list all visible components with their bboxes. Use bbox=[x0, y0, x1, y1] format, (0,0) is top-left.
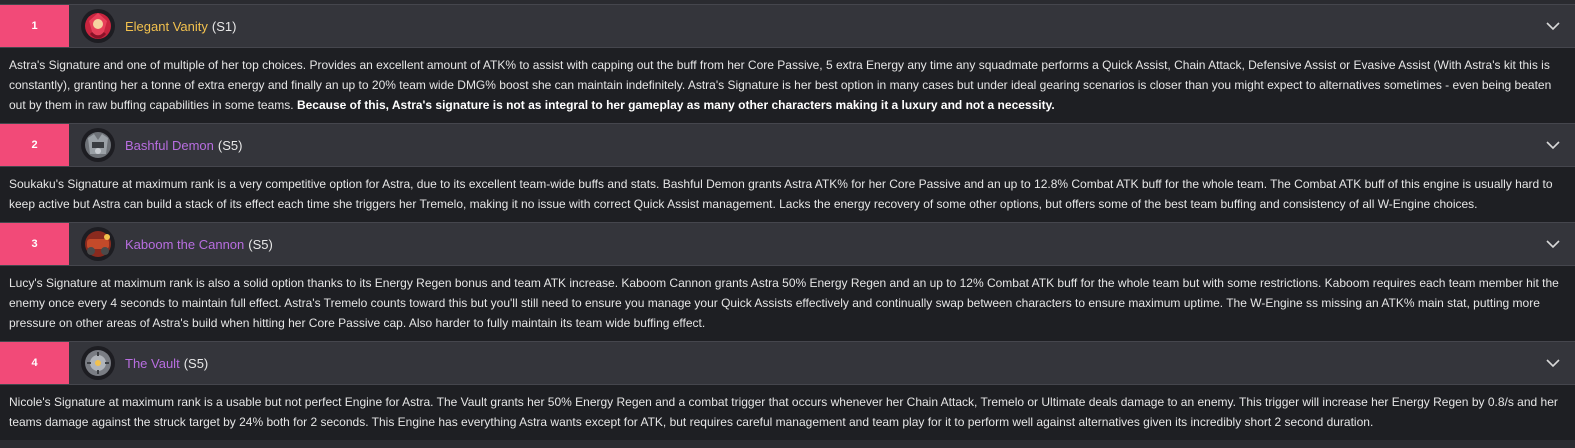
list-item: 1 Elegant Vanity (S1) Astra's Signature … bbox=[0, 4, 1575, 123]
engine-name: Kaboom the Cannon bbox=[125, 236, 245, 252]
engine-description: Nicole's Signature at maximum rank is a … bbox=[0, 385, 1575, 440]
rank-badge: 3 bbox=[0, 223, 69, 265]
accordion-header[interactable]: 3 Kaboom the Cannon (S5) bbox=[0, 222, 1575, 266]
bashful-demon-engine-icon bbox=[79, 126, 117, 164]
engine-refinement: (S5) bbox=[217, 137, 243, 153]
list-item: 3 Kaboom the Cannon (S5) Lucy's Signatur… bbox=[0, 222, 1575, 341]
rank-badge: 4 bbox=[0, 342, 69, 384]
list-item: 4 The Vault (S5) Nicole's Signature at m… bbox=[0, 341, 1575, 440]
engine-refinement: (S1) bbox=[211, 18, 237, 34]
description-bold-text: Because of this, Astra's signature is no… bbox=[296, 98, 1055, 112]
chevron-down-icon[interactable] bbox=[1545, 137, 1561, 153]
elegant-vanity-engine-icon bbox=[79, 7, 117, 45]
chevron-down-icon[interactable] bbox=[1545, 355, 1561, 371]
engine-refinement: (S5) bbox=[183, 355, 209, 371]
chevron-down-icon[interactable] bbox=[1545, 236, 1561, 252]
kaboom-cannon-engine-icon bbox=[79, 225, 117, 263]
description-text: Lucy's Signature at maximum rank is also… bbox=[9, 276, 1559, 330]
engine-description: Soukaku's Signature at maximum rank is a… bbox=[0, 167, 1575, 222]
accordion-header[interactable]: 4 The Vault (S5) bbox=[0, 341, 1575, 385]
description-text: Soukaku's Signature at maximum rank is a… bbox=[9, 177, 1553, 211]
accordion-header[interactable]: 2 Bashful Demon (S5) bbox=[0, 123, 1575, 167]
engine-refinement: (S5) bbox=[248, 236, 273, 252]
w-engine-list: 1 Elegant Vanity (S1) Astra's Signature … bbox=[0, 0, 1575, 440]
engine-name: The Vault bbox=[125, 355, 180, 371]
engine-name: Elegant Vanity bbox=[125, 18, 208, 34]
list-item: 2 Bashful Demon (S5) Soukaku's Signature… bbox=[0, 123, 1575, 222]
engine-description: Lucy's Signature at maximum rank is also… bbox=[0, 266, 1575, 341]
engine-description: Astra's Signature and one of multiple of… bbox=[0, 48, 1575, 123]
chevron-down-icon[interactable] bbox=[1545, 18, 1561, 34]
accordion-header[interactable]: 1 Elegant Vanity (S1) bbox=[0, 4, 1575, 48]
rank-badge: 1 bbox=[0, 5, 69, 47]
the-vault-engine-icon bbox=[79, 344, 117, 382]
engine-name: Bashful Demon bbox=[125, 137, 214, 153]
rank-badge: 2 bbox=[0, 124, 69, 166]
description-text: Nicole's Signature at maximum rank is a … bbox=[9, 395, 1558, 429]
